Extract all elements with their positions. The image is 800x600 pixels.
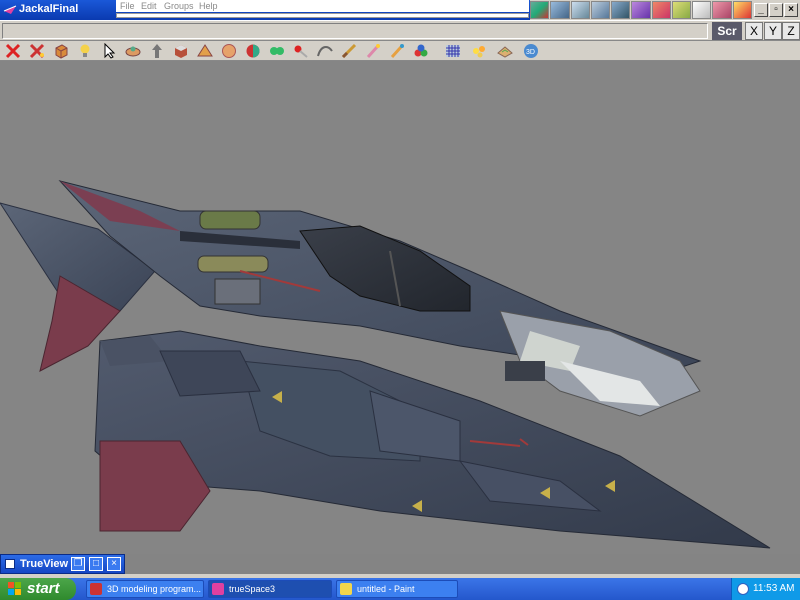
spaceship-model [0, 180, 771, 549]
app-icon [3, 5, 17, 14]
menu-groups[interactable]: Groups [164, 0, 194, 12]
render-object-icon[interactable] [651, 1, 671, 19]
cut-x-icon[interactable] [26, 42, 48, 60]
system-tray: 11:53 AM [731, 578, 800, 600]
tool-palette: 3D [0, 41, 800, 61]
lights-icon[interactable] [468, 42, 490, 60]
status-field [116, 13, 529, 18]
menu-help[interactable]: Help [199, 0, 218, 12]
blob-icon[interactable] [266, 42, 288, 60]
maximize-icon[interactable]: □ [89, 557, 103, 571]
object-tool-icon[interactable] [122, 42, 144, 60]
color-sphere-icon[interactable] [242, 42, 264, 60]
help-icon[interactable] [732, 1, 752, 19]
start-button[interactable]: start [0, 578, 76, 600]
task-truespace[interactable]: trueSpace3 [208, 580, 332, 598]
windows-flag-icon [8, 582, 21, 595]
restore-icon[interactable]: ▫ [769, 3, 783, 17]
brush-icon[interactable] [362, 42, 384, 60]
start-label: start [27, 580, 60, 597]
view-front-icon[interactable] [590, 1, 611, 19]
restore-icon[interactable]: ❐ [71, 557, 85, 571]
pyramid-icon[interactable] [194, 42, 216, 60]
menu-bar: File Edit Groups Help [116, 0, 529, 12]
tray-icon[interactable] [737, 583, 749, 595]
box-icon[interactable] [170, 42, 192, 60]
task-label: trueSpace3 [229, 584, 276, 594]
knife-icon[interactable] [338, 42, 360, 60]
minimize-icon[interactable]: _ [754, 3, 768, 17]
taskbar: start 3D modeling program... trueSpace3 … [0, 578, 800, 600]
cube-icon[interactable] [50, 42, 72, 60]
3d-viewport[interactable] [0, 61, 800, 554]
grid-icon[interactable] [442, 42, 464, 60]
window-controls: _ ▫ × [752, 0, 800, 20]
trueview-panel[interactable]: TrueView ❐ □ × [0, 554, 125, 574]
task-paint[interactable]: untitled - Paint [336, 580, 458, 598]
light-bulb-icon[interactable] [74, 42, 96, 60]
pointer-icon[interactable] [98, 42, 120, 60]
menu-file[interactable]: File [120, 0, 135, 12]
close-icon[interactable]: × [107, 557, 121, 571]
task-3d-modeling[interactable]: 3D modeling program... [86, 580, 204, 598]
spline-icon[interactable] [314, 42, 336, 60]
axis-z-button[interactable]: Z [782, 22, 800, 40]
display-options-icon[interactable] [692, 1, 712, 19]
program-icon [90, 583, 102, 595]
terrain-icon[interactable] [494, 42, 516, 60]
paint-icon[interactable] [290, 42, 312, 60]
trueview-title: TrueView [20, 558, 69, 570]
3d-icon[interactable]: 3D [520, 42, 542, 60]
trueview-icon [5, 559, 15, 569]
axis-x-button[interactable]: X [745, 22, 763, 40]
truespace-icon [212, 583, 224, 595]
render-tool-icon[interactable] [530, 1, 550, 19]
library-icon[interactable] [712, 1, 732, 19]
command-field[interactable] [2, 23, 708, 39]
close-icon[interactable]: × [784, 3, 798, 17]
top-toolbar [530, 0, 752, 20]
window-title: JackalFinal [19, 3, 79, 15]
clock: 11:53 AM [753, 583, 795, 594]
axis-y-button[interactable]: Y [764, 22, 782, 40]
view-top-icon[interactable] [570, 1, 590, 19]
delete-x-icon[interactable] [2, 42, 24, 60]
brush-alt-icon[interactable] [386, 42, 408, 60]
command-row: Scr X Y Z [0, 20, 800, 41]
sphere-icon[interactable] [218, 42, 240, 60]
move-icon[interactable] [146, 42, 168, 60]
render-scene-icon[interactable] [631, 1, 651, 19]
menu-edit[interactable]: Edit [141, 0, 157, 12]
task-label: 3D modeling program... [107, 584, 202, 594]
paint-object-icon[interactable] [671, 1, 692, 19]
task-label: untitled - Paint [357, 584, 415, 594]
svg-text:3D: 3D [526, 49, 535, 56]
screen-view-button[interactable]: Scr [712, 22, 742, 40]
material-balls-icon[interactable] [410, 42, 432, 60]
view-perspective-icon[interactable] [550, 1, 570, 19]
paint-icon [340, 583, 352, 595]
view-camera-icon[interactable] [611, 1, 631, 19]
